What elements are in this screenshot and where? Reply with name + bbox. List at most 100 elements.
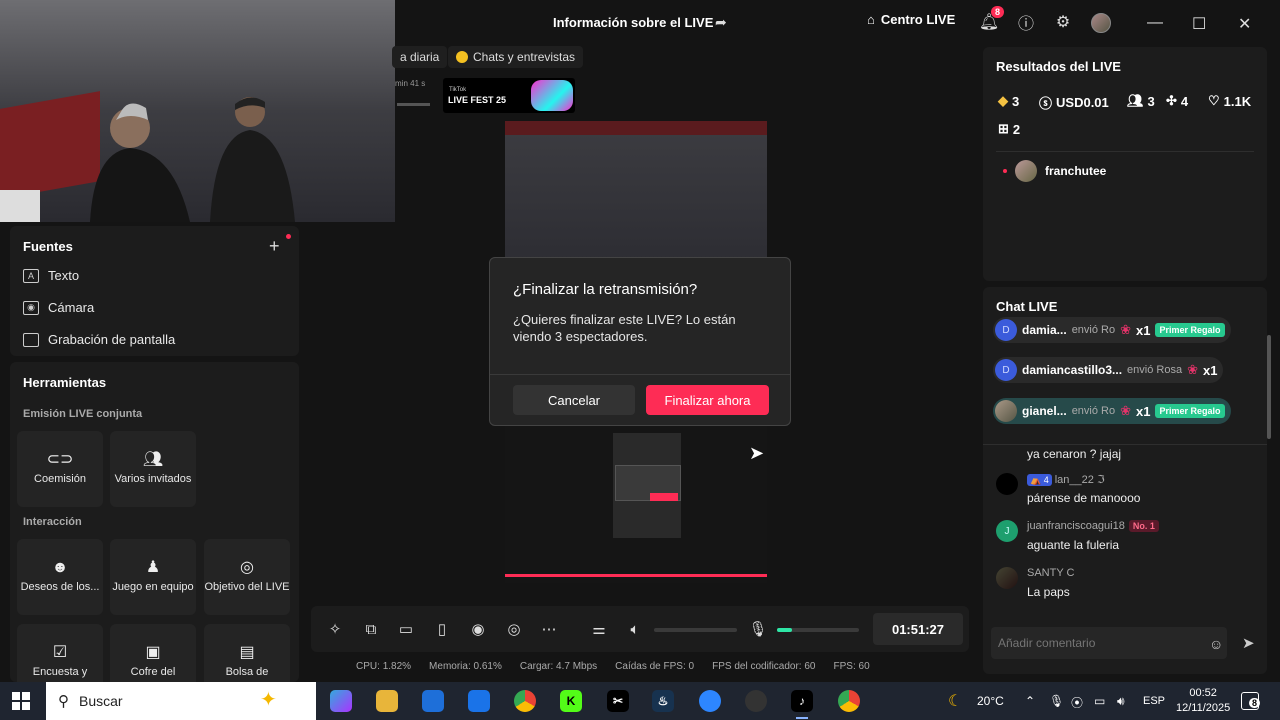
search-label: Buscar — [79, 693, 123, 709]
message-user[interactable]: juanfranciscoagui18 No. 1 — [1027, 520, 1159, 532]
sliders-icon[interactable]: ⚌ — [590, 620, 608, 638]
more-icon[interactable]: ⋯ — [540, 620, 558, 638]
system-clock[interactable]: 00:52 12/11/2025 — [1176, 686, 1230, 716]
message-text: párense de manoooo — [1027, 491, 1141, 505]
add-source-button[interactable]: + — [269, 236, 280, 257]
moon-icon[interactable]: ☾ — [948, 691, 962, 711]
cancel-button[interactable]: Cancelar — [513, 385, 635, 415]
top-gifter[interactable]: franchutee — [1003, 160, 1106, 182]
tool-juego-equipo[interactable]: ♟ Juego en equipo — [110, 539, 196, 615]
speaker-icon[interactable]: 🔈︎ — [626, 620, 644, 638]
mic-level-fill — [777, 628, 792, 632]
effects-icon[interactable]: ⧉ — [362, 620, 380, 638]
stats-bar: CPU: 1.82% Memoria: 0.61% Cargar: 4.7 Mb… — [356, 661, 870, 672]
emoji-icon[interactable]: ☺ — [1209, 636, 1223, 652]
chip-label: a diaria — [400, 50, 440, 64]
maximize-icon[interactable]: ☐ — [1192, 14, 1206, 34]
gift-notification[interactable]: D damia... envió Ro ❀ x1 Primer Regalo — [993, 317, 1231, 343]
copilot-icon[interactable] — [330, 690, 352, 712]
tiktok-icon[interactable]: ♪ — [791, 690, 813, 712]
message-text: aguante la fuleria — [1027, 538, 1120, 552]
network-icon[interactable]: ▭ — [1094, 694, 1105, 708]
gift-notification[interactable]: D damiancastillo3... envió Rosa ❀ x1 — [993, 357, 1224, 383]
volume-slider[interactable] — [654, 628, 737, 632]
rank-badge: No. 1 — [1128, 520, 1159, 532]
minimize-icon[interactable]: — — [1147, 14, 1163, 32]
weather-label[interactable]: 20°C — [977, 694, 1004, 708]
language-label[interactable]: ESP — [1143, 695, 1165, 707]
users-icon: 👥︎ — [142, 450, 164, 468]
magic-wand-icon[interactable]: ✧ — [326, 620, 344, 638]
share-icon[interactable]: ➦ — [715, 14, 731, 30]
message-user[interactable]: SANTY C — [1027, 567, 1074, 579]
store-icon[interactable] — [422, 690, 444, 712]
results-title: Resultados del LIVE — [996, 59, 1121, 74]
tool-objetivo[interactable]: ◎ Objetivo del LIVE — [204, 539, 290, 615]
folder-icon[interactable] — [376, 690, 398, 712]
centro-live-button[interactable]: ⌂ Centro LIVE — [867, 12, 955, 27]
link-icon: ⊂⊃ — [46, 450, 74, 468]
phone-icon[interactable]: ▯ — [433, 620, 451, 638]
comment-input[interactable] — [991, 627, 1227, 659]
dialog-message: ¿Quieres finalizar este LIVE? Lo están v… — [513, 312, 736, 344]
help-icon[interactable]: ⓘ — [1016, 12, 1036, 33]
gift-notification[interactable]: gianel... envió Ro ❀ x1 Primer Regalo — [993, 398, 1231, 424]
record-icon[interactable]: ◉ — [469, 620, 487, 638]
stat-usd: ⓢ USD0.01 — [1039, 95, 1109, 111]
tool-varios-invitados[interactable]: 👥︎ Varios invitados — [110, 431, 196, 507]
avatar[interactable] — [1091, 13, 1111, 33]
livefest-banner[interactable]: TikTok LIVE FEST 25 — [443, 78, 575, 113]
gear-icon[interactable]: ⚙ — [1053, 12, 1073, 32]
capcut-icon[interactable]: ✂ — [607, 690, 629, 712]
rose-icon: ❀ — [1187, 362, 1198, 377]
app-icon[interactable] — [699, 690, 721, 712]
team-game-icon: ♟ — [145, 558, 161, 576]
capture-icon[interactable]: ◎ — [505, 620, 523, 638]
close-icon[interactable]: ✕ — [1238, 14, 1251, 34]
bell-icon[interactable]: 🔔︎ 8 — [979, 6, 1005, 32]
location-icon[interactable]: ⦿ — [1071, 694, 1083, 711]
chip-label: Chats y entrevistas — [473, 50, 576, 64]
kick-icon[interactable]: K — [560, 690, 582, 712]
person-figure — [90, 103, 190, 222]
mic-level-slider[interactable] — [777, 628, 859, 632]
end-stream-dialog: ¿Finalizar la retransmisión? ¿Quieres fi… — [489, 257, 791, 426]
volume-icon[interactable]: 🔊︎ — [1117, 694, 1125, 709]
sparkle-icon: ✦ — [260, 689, 277, 711]
tool-label: Juego en equipo — [112, 580, 194, 593]
tool-bolsa[interactable]: ▤ Bolsa de — [204, 624, 290, 682]
tray-chevron-icon[interactable]: ⌃ — [1025, 694, 1035, 708]
mic-tray-icon[interactable]: 🎙︎ — [1049, 694, 1064, 708]
notifications-icon[interactable]: 8 — [1241, 692, 1261, 710]
live-results-panel: Resultados del LIVE ◆ 3 ⓢ USD0.01 👥︎ 3 ✣ 4 ♡… — [983, 47, 1267, 281]
tool-encuesta[interactable]: ☑ Encuesta y — [17, 624, 103, 682]
dollar-icon: ⓢ — [1039, 96, 1053, 111]
chat-scrollbar[interactable] — [1267, 335, 1271, 439]
source-item-camera[interactable]: ◉ Cámara — [23, 300, 94, 315]
outlook-icon[interactable] — [468, 690, 490, 712]
microphone-icon[interactable]: 🎙︎ — [748, 620, 767, 638]
source-item-text[interactable]: A Texto — [23, 268, 79, 283]
taskbar-search[interactable]: ⚲ Buscar ✦ — [46, 682, 316, 720]
tool-deseos[interactable]: ☻ Deseos de los... — [17, 539, 103, 615]
clock-time: 00:52 — [1189, 687, 1217, 699]
control-bar: ✧ ⧉ ▭ ▯ ◉ ◎ ⋯ ⚌ 🔈︎ 🎙︎ 01:51:27 — [311, 606, 969, 652]
source-item-screen[interactable]: Grabación de pantalla — [23, 332, 175, 347]
category-chip-chats[interactable]: Chats y entrevistas — [448, 46, 584, 68]
rank-dot — [1003, 169, 1007, 173]
tool-coemision[interactable]: ⊂⊃ Coemisión — [17, 431, 103, 507]
windows-start-icon[interactable] — [12, 692, 30, 710]
category-chip[interactable]: a diaria — [392, 46, 448, 68]
chrome-icon[interactable] — [514, 690, 536, 712]
obs-icon[interactable] — [745, 690, 767, 712]
tool-cofre[interactable]: ▣ Cofre del — [110, 624, 196, 682]
layout-icon[interactable]: ▭ — [397, 620, 415, 638]
chrome-icon[interactable] — [838, 690, 860, 712]
message-user[interactable]: ⛺ 4 lan__22 ℑ — [1027, 473, 1105, 486]
end-now-button[interactable]: Finalizar ahora — [646, 385, 769, 415]
sources-title: Fuentes — [23, 239, 73, 254]
timer-label: min 41 s — [395, 79, 426, 88]
steam-icon[interactable]: ♨ — [652, 690, 674, 712]
send-icon[interactable]: ➤ — [1242, 634, 1255, 652]
wishes-icon: ☻ — [51, 558, 69, 576]
